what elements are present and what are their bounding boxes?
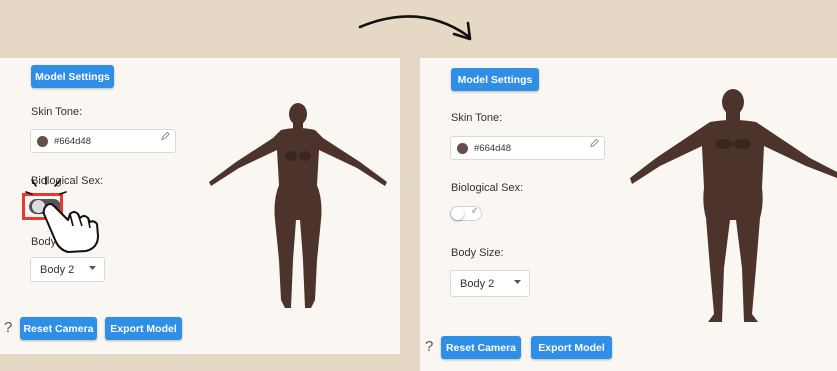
biological-sex-toggle[interactable]: ♂ xyxy=(450,206,482,221)
body-size-select[interactable]: Body 2 xyxy=(450,270,530,297)
skin-swatch xyxy=(37,135,48,147)
body-size-select[interactable]: Body 2 xyxy=(30,257,105,282)
export-model-button[interactable]: Export Model xyxy=(105,317,182,340)
pencil-icon[interactable] xyxy=(590,138,599,148)
model-settings-button[interactable]: Model Settings xyxy=(451,68,539,91)
toggle-knob xyxy=(451,207,464,220)
export-model-button[interactable]: Export Model xyxy=(531,336,612,359)
reset-camera-button[interactable]: Reset Camera xyxy=(441,336,521,359)
pointing-hand-icon xyxy=(42,203,99,253)
skin-tone-value: #664d48 xyxy=(474,142,511,154)
skin-tone-input[interactable]: #664d48 xyxy=(30,129,176,153)
male-body-model xyxy=(630,89,837,322)
male-symbol-icon: ♂ xyxy=(470,206,479,217)
skin-tone-label: Skin Tone: xyxy=(31,106,83,118)
chevron-down-icon xyxy=(89,266,96,270)
reset-camera-button[interactable]: Reset Camera xyxy=(20,317,97,340)
biological-sex-label: Biological Sex: xyxy=(451,182,524,194)
skin-swatch xyxy=(457,142,468,154)
pencil-icon[interactable] xyxy=(161,131,170,141)
help-icon[interactable]: ? xyxy=(4,319,12,336)
body-size-value: Body 2 xyxy=(460,277,495,290)
body-size-label: Body Size: xyxy=(451,247,504,259)
body-size-value: Body 2 xyxy=(40,263,75,276)
skin-tone-value: #664d48 xyxy=(54,135,91,147)
skin-tone-label: Skin Tone: xyxy=(451,112,503,124)
model-settings-button[interactable]: Model Settings xyxy=(31,65,114,88)
skin-tone-input[interactable]: #664d48 xyxy=(450,136,605,160)
help-icon[interactable]: ? xyxy=(425,338,433,355)
transition-arrow-icon xyxy=(358,15,472,41)
chevron-down-icon xyxy=(514,280,521,284)
female-body-model xyxy=(209,103,387,308)
